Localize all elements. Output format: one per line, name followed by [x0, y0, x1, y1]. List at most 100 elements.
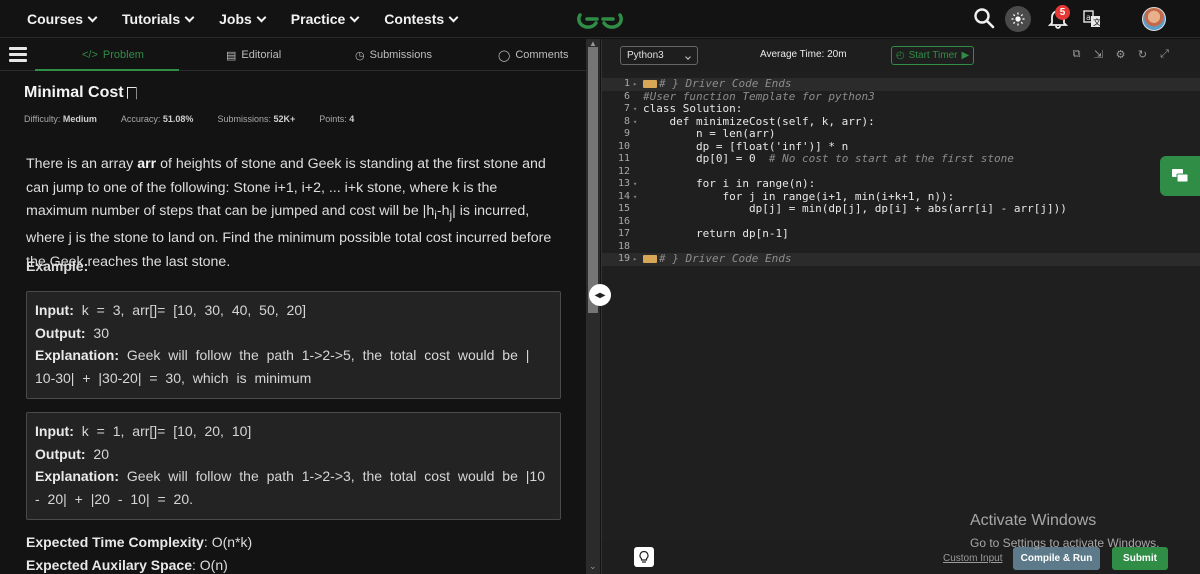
language-value: Python3	[627, 50, 664, 61]
nav-contests[interactable]: Contests	[371, 0, 470, 38]
tab-editorial[interactable]: ▤ Editorial	[226, 39, 281, 71]
chat-icon	[1172, 169, 1189, 183]
tab-problem[interactable]: </> Problem	[82, 39, 144, 71]
start-timer-button[interactable]: ◴ Start Timer ▶	[891, 46, 974, 65]
space-complexity-label: Expected Auxilary Space	[26, 557, 193, 573]
line-number: 8	[623, 115, 630, 127]
gfg-logo[interactable]	[576, 6, 624, 32]
line-number: 13	[617, 178, 630, 189]
theme-toggle-button[interactable]	[1005, 6, 1031, 32]
chat-button[interactable]	[1160, 156, 1200, 196]
tab-submissions[interactable]: ◷ Submissions	[355, 39, 432, 71]
line-number: 1	[623, 78, 630, 89]
code-line: 17 return dp[n-1]	[602, 227, 1200, 241]
editor-panel: Python3 Average Time: 20m ◴ Start Timer ▶ …	[601, 39, 1200, 574]
svg-text:a: a	[1086, 13, 1091, 22]
fold-toggle-icon[interactable]: ▾	[633, 191, 637, 204]
explanation-label: Explanation:	[35, 468, 120, 485]
play-icon: ▶	[961, 50, 970, 61]
scroll-thumb[interactable]	[588, 47, 598, 313]
collapsed-region-icon[interactable]	[643, 255, 657, 263]
time-complexity-value: : O(n*k)	[203, 534, 253, 550]
compile-run-button[interactable]: Compile & Run	[1013, 547, 1100, 570]
example-box: Input: k = 3, arr[]= [10, 30, 40, 50, 20…	[26, 291, 561, 399]
desc-arr: arr	[137, 156, 157, 172]
lightbulb-icon[interactable]	[634, 547, 654, 567]
problem-meta: Difficulty: Medium Accuracy: 51.08% Subm…	[24, 114, 354, 124]
user-avatar[interactable]	[1142, 7, 1166, 31]
collapsed-region-icon[interactable]	[643, 80, 657, 88]
search-icon[interactable]	[973, 7, 995, 29]
example-output: Output: 20	[35, 443, 552, 466]
code-editor[interactable]: 1 ▸ # } Driver Code Ends 6 #User function Te…	[602, 71, 1200, 541]
difficulty-label: Difficulty:	[24, 114, 61, 124]
fold-toggle-icon[interactable]: ▾	[633, 103, 637, 116]
code-text: # } Driver Code Ends	[643, 252, 791, 266]
code-text: dp[j] = min(dp[j], dp[i] + abs(arr[i] - …	[643, 202, 1067, 215]
line-number: 15	[617, 203, 630, 214]
example-explanation: Explanation: Geek will follow the path 1…	[35, 344, 552, 389]
clock-icon: ◷	[355, 49, 365, 62]
desc-part: There is an array	[26, 156, 138, 172]
nav-jobs[interactable]: Jobs	[206, 0, 278, 38]
submit-button[interactable]: Submit	[1112, 547, 1168, 570]
custom-input-link[interactable]: Custom Input	[943, 553, 1002, 564]
language-select[interactable]: Python3	[620, 46, 698, 65]
fold-toggle-icon[interactable]: ▾	[633, 116, 637, 129]
scroll-down-icon[interactable]: ⌄	[589, 561, 597, 572]
settings-icon[interactable]: ⚙	[1114, 48, 1127, 61]
code-icon: </>	[82, 49, 98, 61]
nav-courses[interactable]: Courses	[14, 0, 109, 38]
fold-toggle-icon[interactable]: ▾	[633, 178, 637, 191]
document-icon: ▤	[226, 49, 237, 62]
editor-actions: ⧉ ⇲ ⚙ ↻ ⤢	[1070, 48, 1171, 61]
code-text: return dp[n-1]	[643, 227, 789, 240]
reset-icon[interactable]: ↻	[1136, 48, 1149, 61]
nav-tutorials[interactable]: Tutorials	[109, 0, 206, 38]
tab-comments[interactable]: ◯ Comments	[498, 39, 569, 71]
resize-arrows-icon: ◂▸	[594, 289, 606, 301]
code-text: # } Driver Code Ends	[643, 77, 791, 91]
export-icon[interactable]: ⇲	[1092, 48, 1105, 61]
svg-text:文: 文	[1093, 17, 1101, 27]
code-text: dp[0] = 0 # No cost to start at the firs…	[643, 152, 1014, 165]
example-heading: Example:	[26, 258, 89, 274]
watermark-title: Activate Windows	[970, 512, 1097, 529]
bookmark-icon[interactable]	[126, 86, 137, 100]
top-navbar: Courses Tutorials Jobs Practice Contests…	[0, 0, 1200, 38]
line-number: 14	[617, 190, 630, 202]
input-value: k = 1, arr[]= [10, 20, 10]	[73, 423, 252, 439]
fullscreen-icon[interactable]: ⤢	[1158, 48, 1171, 61]
difficulty: Difficulty: Medium	[24, 114, 97, 124]
panel-resize-handle[interactable]: ◂▸	[589, 284, 611, 306]
desc-part: -h	[436, 203, 450, 219]
code-line: 9 n = len(arr)	[602, 127, 1200, 141]
nav-practice[interactable]: Practice	[278, 0, 371, 38]
nav-contests-label: Contests	[384, 11, 445, 27]
example-output: Output: 30	[35, 322, 552, 345]
line-number: 16	[617, 215, 630, 227]
output-label: Output:	[35, 324, 86, 341]
translate-icon[interactable]: a 文	[1083, 10, 1101, 28]
input-value: k = 3, arr[]= [10, 30, 40, 50, 20]	[73, 302, 306, 318]
line-number: 17	[617, 228, 630, 239]
fold-toggle-icon[interactable]: ▸	[633, 253, 637, 266]
nav-courses-label: Courses	[27, 11, 84, 27]
hamburger-menu-icon[interactable]	[9, 47, 27, 63]
problem-scrollbar[interactable]: ▲ ⌄	[586, 39, 600, 574]
code-line: 1 ▸ # } Driver Code Ends	[602, 77, 1200, 91]
output-value: 30	[85, 324, 109, 341]
chevron-down-icon	[184, 12, 195, 22]
accuracy-label: Accuracy:	[120, 114, 161, 124]
fold-toggle-icon[interactable]: ▸	[633, 78, 637, 91]
tab-editorial-label: Editorial	[241, 49, 282, 61]
copy-icon[interactable]: ⧉	[1070, 48, 1083, 61]
space-complexity-value: : O(n)	[192, 557, 228, 573]
explanation-label: Explanation:	[35, 347, 120, 364]
windows-activation-watermark: Activate Windows Go to Settings to activ…	[970, 512, 1159, 550]
chevron-down-icon	[256, 12, 267, 22]
difficulty-value: Medium	[62, 114, 97, 124]
space-complexity: Expected Auxilary Space: O(n)	[26, 557, 228, 573]
input-label: Input:	[35, 302, 74, 318]
submissions-label: Submissions:	[217, 114, 271, 124]
